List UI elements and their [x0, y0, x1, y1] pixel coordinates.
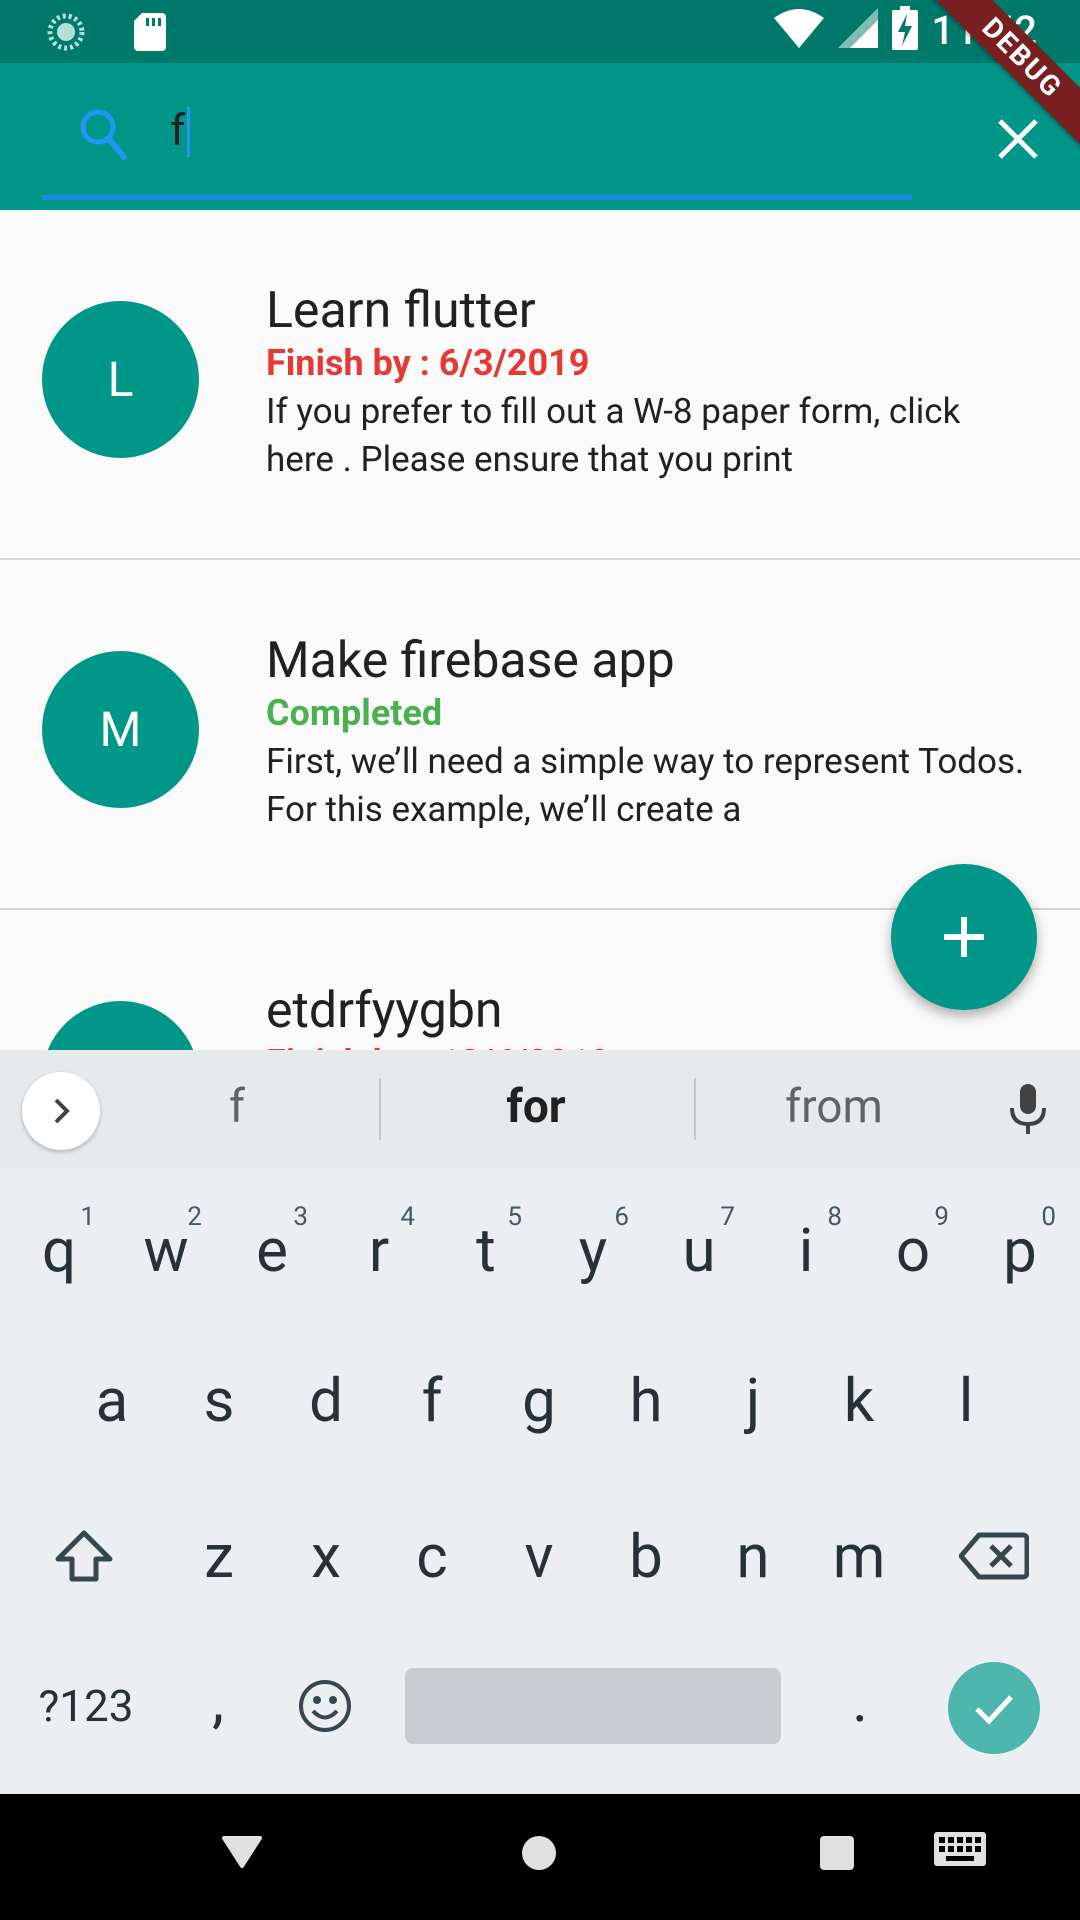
wifi-icon — [773, 8, 824, 52]
shift-icon — [55, 1530, 113, 1582]
avatar: e — [42, 1001, 199, 1050]
back-triangle-icon — [222, 1836, 262, 1868]
key-b[interactable]: b — [596, 1506, 696, 1606]
key-v[interactable]: v — [489, 1506, 589, 1606]
recents-button[interactable] — [820, 1836, 854, 1870]
todo-status: Finish by : 12/4/2019 — [266, 1042, 610, 1050]
key-r[interactable]: r4 — [329, 1200, 429, 1300]
suggestion-divider — [379, 1078, 381, 1140]
search-underline — [42, 195, 912, 200]
key-q[interactable]: q1 — [9, 1200, 109, 1300]
avatar: L — [42, 301, 199, 458]
key-u[interactable]: u7 — [649, 1200, 749, 1300]
key-x[interactable]: x — [276, 1506, 376, 1606]
app-bar — [0, 63, 1080, 210]
key-z[interactable]: z — [169, 1506, 269, 1606]
key-o[interactable]: o9 — [863, 1200, 963, 1300]
status-bar: 11:52 — [0, 0, 1080, 63]
key-j[interactable]: j — [703, 1350, 803, 1450]
text-cursor — [187, 107, 190, 157]
signal-icon — [837, 8, 878, 52]
todo-description: First, we’ll need a simple way to repres… — [266, 741, 1025, 830]
key-a[interactable]: a — [62, 1350, 162, 1450]
todo-status: Completed — [266, 692, 443, 734]
key-w[interactable]: w2 — [116, 1200, 216, 1300]
search-input[interactable] — [168, 99, 872, 161]
home-button[interactable] — [522, 1836, 556, 1870]
key-k[interactable]: k — [809, 1350, 909, 1450]
suggestion-strip: f for from — [0, 1050, 1080, 1168]
navigation-bar — [0, 1794, 1080, 1920]
key-l[interactable]: l — [916, 1350, 1016, 1450]
todo-title: etdrfyygbn — [266, 982, 503, 1040]
done-key[interactable] — [948, 1662, 1040, 1754]
key-i[interactable]: i8 — [756, 1200, 856, 1300]
close-icon — [998, 119, 1038, 159]
battery-charging-icon — [891, 6, 918, 54]
key-n[interactable]: n — [703, 1506, 803, 1606]
symbols-key[interactable]: ?123 — [24, 1656, 148, 1756]
status-time: 11:52 — [931, 6, 1038, 54]
todo-description: If you prefer to fill out a W-8 paper fo… — [266, 391, 961, 480]
plus-icon — [944, 917, 984, 957]
search-icon — [78, 107, 128, 165]
key-p[interactable]: p0 — [970, 1200, 1070, 1300]
comma-key[interactable]: , — [168, 1650, 268, 1750]
key-s[interactable]: s — [169, 1350, 269, 1450]
add-todo-button[interactable] — [891, 864, 1037, 1010]
suggestion[interactable]: for — [436, 1080, 636, 1134]
suggestion[interactable]: from — [734, 1080, 934, 1134]
key-y[interactable]: y6 — [543, 1200, 643, 1300]
todo-status: Finish by : 6/3/2019 — [266, 342, 590, 384]
expand-suggestions-button[interactable] — [22, 1072, 100, 1150]
key-h[interactable]: h — [596, 1350, 696, 1450]
microphone-icon[interactable] — [1008, 1084, 1048, 1140]
emoji-icon — [299, 1680, 351, 1732]
period-key[interactable]: . — [810, 1650, 910, 1750]
keyboard-switch-icon[interactable] — [934, 1832, 986, 1876]
key-g[interactable]: g — [489, 1350, 589, 1450]
avatar: M — [42, 651, 199, 808]
todo-title: Learn flutter — [266, 282, 536, 340]
soft-keyboard: f for from q1 w2 e3 r4 t5 y6 u7 i8 o9 p0… — [0, 1050, 1080, 1794]
backspace-icon — [959, 1532, 1029, 1580]
back-button[interactable] — [222, 1834, 262, 1874]
backspace-key[interactable] — [944, 1506, 1044, 1606]
todo-item[interactable]: M Make firebase app Completed First, we’… — [0, 560, 1080, 910]
todo-title: Make firebase app — [266, 632, 675, 690]
key-t[interactable]: t5 — [436, 1200, 536, 1300]
todo-item[interactable]: L Learn flutter Finish by : 6/3/2019 If … — [0, 210, 1080, 560]
space-key[interactable] — [405, 1668, 781, 1744]
emoji-key[interactable] — [275, 1656, 375, 1756]
key-f[interactable]: f — [382, 1350, 482, 1450]
key-c[interactable]: c — [382, 1506, 482, 1606]
suggestion-divider — [694, 1078, 696, 1140]
key-d[interactable]: d — [276, 1350, 376, 1450]
checkmark-icon — [975, 1695, 1013, 1725]
suggestion[interactable]: f — [137, 1080, 337, 1134]
chevron-right-icon — [54, 1098, 70, 1124]
shift-key[interactable] — [34, 1506, 134, 1606]
sync-icon — [46, 12, 86, 56]
key-m[interactable]: m — [809, 1506, 909, 1606]
key-e[interactable]: e3 — [222, 1200, 322, 1300]
sd-card-icon — [134, 13, 166, 55]
clear-search-button[interactable] — [990, 111, 1046, 167]
